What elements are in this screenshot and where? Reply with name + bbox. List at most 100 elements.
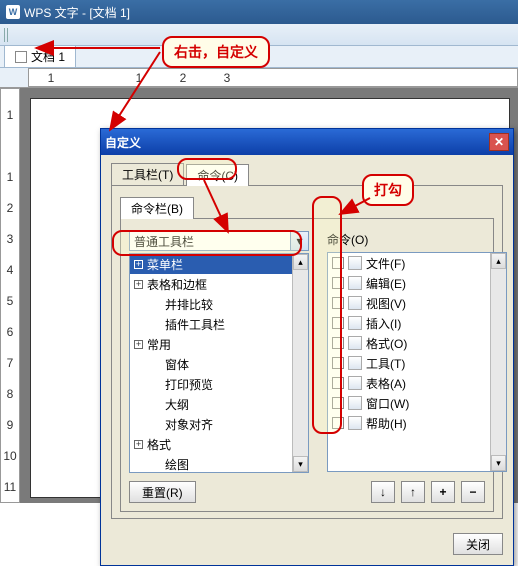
command-icon xyxy=(348,336,362,350)
tree-item-label: 绘图 xyxy=(165,456,189,473)
command-item[interactable]: 格式(O) xyxy=(328,333,490,353)
ruler-tick: 1 xyxy=(29,71,73,85)
ruler-horizontal-area: 1123 xyxy=(0,68,518,88)
scroll-down-button[interactable]: ▾ xyxy=(293,456,308,472)
ruler-tick: 6 xyxy=(7,316,14,347)
command-item[interactable]: 插入(I) xyxy=(328,313,490,333)
command-item[interactable]: 文件(F) xyxy=(328,253,490,273)
scroll-down-button[interactable]: ▾ xyxy=(491,455,506,471)
tree-item[interactable]: 窗体 xyxy=(130,354,292,374)
tree-item[interactable]: 大纲 xyxy=(130,394,292,414)
command-item-label: 插入(I) xyxy=(366,315,401,332)
tree-item[interactable]: 并排比较 xyxy=(130,294,292,314)
tab-commands[interactable]: 命令(C) xyxy=(186,164,249,186)
tree-item-label: 表格和边框 xyxy=(147,276,207,293)
checkbox[interactable] xyxy=(332,337,344,349)
checkbox[interactable] xyxy=(332,417,344,429)
toolbar-grip-icon[interactable] xyxy=(4,28,10,42)
tree-item-label: 菜单栏 xyxy=(147,256,183,273)
command-item-label: 表格(A) xyxy=(366,375,406,392)
scrollbar[interactable]: ▴ ▾ xyxy=(490,253,506,471)
checkbox[interactable] xyxy=(332,257,344,269)
command-item-label: 编辑(E) xyxy=(366,275,406,292)
tree-item-label: 对象对齐 xyxy=(165,416,213,433)
commands-list[interactable]: 文件(F) 编辑(E) 视图(V) 插入(I) 格式(O) 工具(T) 表格(A)窗口(W)… xyxy=(327,252,507,472)
tree-item[interactable]: + 常用 xyxy=(130,334,292,354)
checkbox[interactable] xyxy=(332,297,344,309)
command-icon xyxy=(348,276,362,290)
toolbar-tree[interactable]: +菜单栏+表格和边框并排比较插件工具栏+常用窗体打印预览大纲对象对齐+格式绘图 … xyxy=(129,253,309,473)
toolbar-area[interactable] xyxy=(0,24,518,46)
close-button[interactable]: ✕ xyxy=(489,133,509,151)
scrollbar[interactable]: ▴ ▾ xyxy=(292,254,308,472)
ruler-tick: 7 xyxy=(7,347,14,378)
reset-button[interactable]: 重置(R) xyxy=(129,481,196,503)
dialog-titlebar[interactable]: 自定义 ✕ xyxy=(101,129,513,155)
arrow-down-icon: ↓ xyxy=(380,485,386,499)
command-item[interactable]: 工具(T) xyxy=(328,353,490,373)
document-tab[interactable]: 文档 1 xyxy=(4,45,76,67)
checkbox[interactable] xyxy=(332,317,344,329)
tree-item[interactable]: 插件工具栏 xyxy=(130,314,292,334)
command-item-label: 视图(V) xyxy=(366,295,406,312)
tree-item[interactable]: + 菜单栏 xyxy=(130,254,292,274)
plus-icon: + xyxy=(439,485,446,499)
move-up-button[interactable]: ↑ xyxy=(401,481,425,503)
tree-item-label: 插件工具栏 xyxy=(165,316,225,333)
app-title: WPS 文字 - [文档 1] xyxy=(24,4,130,21)
document-tabs: 文档 1 xyxy=(0,46,518,68)
tree-item-label: 打印预览 xyxy=(165,376,213,393)
customize-dialog: 自定义 ✕ 工具栏(T)命令(C) 命令栏(B) ▾ + 菜单栏 + 表格和边框并排比… xyxy=(100,128,514,566)
tree-item[interactable]: 绘图 xyxy=(130,454,292,472)
checkbox[interactable] xyxy=(332,397,344,409)
ruler-tick: 11 xyxy=(4,471,16,502)
command-item[interactable]: 帮助(H) xyxy=(328,413,490,433)
tab-commandbar[interactable]: 命令栏(B) xyxy=(120,197,194,219)
scroll-up-button[interactable]: ▴ xyxy=(293,254,308,270)
checkbox[interactable] xyxy=(332,357,344,369)
expand-icon[interactable]: + xyxy=(134,340,143,349)
command-item[interactable]: 表格(A) xyxy=(328,373,490,393)
ruler-vertical[interactable]: 11234567891011 xyxy=(0,88,20,503)
command-item[interactable]: 编辑(E) xyxy=(328,273,490,293)
tree-item-label: 常用 xyxy=(147,336,171,353)
command-item-label: 帮助(H) xyxy=(366,415,407,432)
commands-label: 命令(O) xyxy=(327,231,507,248)
scroll-up-button[interactable]: ▴ xyxy=(491,253,506,269)
combo-dropdown-button[interactable]: ▾ xyxy=(291,231,309,251)
ruler-tick: 2 xyxy=(161,71,205,85)
command-item-label: 工具(T) xyxy=(366,355,405,372)
command-item[interactable]: 窗口(W) xyxy=(328,393,490,413)
tree-item[interactable]: 打印预览 xyxy=(130,374,292,394)
document-tab-label: 文档 1 xyxy=(31,48,65,65)
expand-icon[interactable]: + xyxy=(134,440,143,449)
checkbox[interactable] xyxy=(332,277,344,289)
checkbox[interactable] xyxy=(332,377,344,389)
command-icon xyxy=(348,256,362,270)
ruler-horizontal[interactable]: 1123 xyxy=(28,68,518,87)
close-dialog-button[interactable]: 关闭 xyxy=(453,533,503,555)
ruler-tick: 1 xyxy=(7,161,14,192)
move-down-button[interactable]: ↓ xyxy=(371,481,395,503)
tab-toolbars[interactable]: 工具栏(T) xyxy=(111,163,184,185)
category-combo-input[interactable] xyxy=(129,231,291,251)
dialog-tabs-primary: 工具栏(T)命令(C) xyxy=(111,163,503,185)
ruler-tick: 9 xyxy=(7,409,14,440)
dialog-tab-panel: 命令栏(B) ▾ + 菜单栏 + 表格和边框并排比较插件工具栏 + 常用窗体打印预览大纲对… xyxy=(111,185,503,519)
close-icon: ✕ xyxy=(494,135,504,149)
category-combo[interactable]: ▾ xyxy=(129,231,309,251)
ruler-tick: 2 xyxy=(7,192,14,223)
expand-icon[interactable]: + xyxy=(134,280,143,289)
arrow-up-icon: ↑ xyxy=(410,485,416,499)
ruler-tick: 1 xyxy=(117,71,161,85)
tree-item[interactable]: +格式 xyxy=(130,434,292,454)
command-item-label: 格式(O) xyxy=(366,335,407,352)
tree-item[interactable]: + 表格和边框 xyxy=(130,274,292,294)
command-item[interactable]: 视图(V) xyxy=(328,293,490,313)
tree-item[interactable]: 对象对齐 xyxy=(130,414,292,434)
command-icon xyxy=(348,296,362,310)
expand-icon[interactable]: + xyxy=(134,260,143,269)
add-button[interactable]: + xyxy=(431,481,455,503)
remove-button[interactable]: − xyxy=(461,481,485,503)
dialog-title: 自定义 xyxy=(105,134,141,151)
